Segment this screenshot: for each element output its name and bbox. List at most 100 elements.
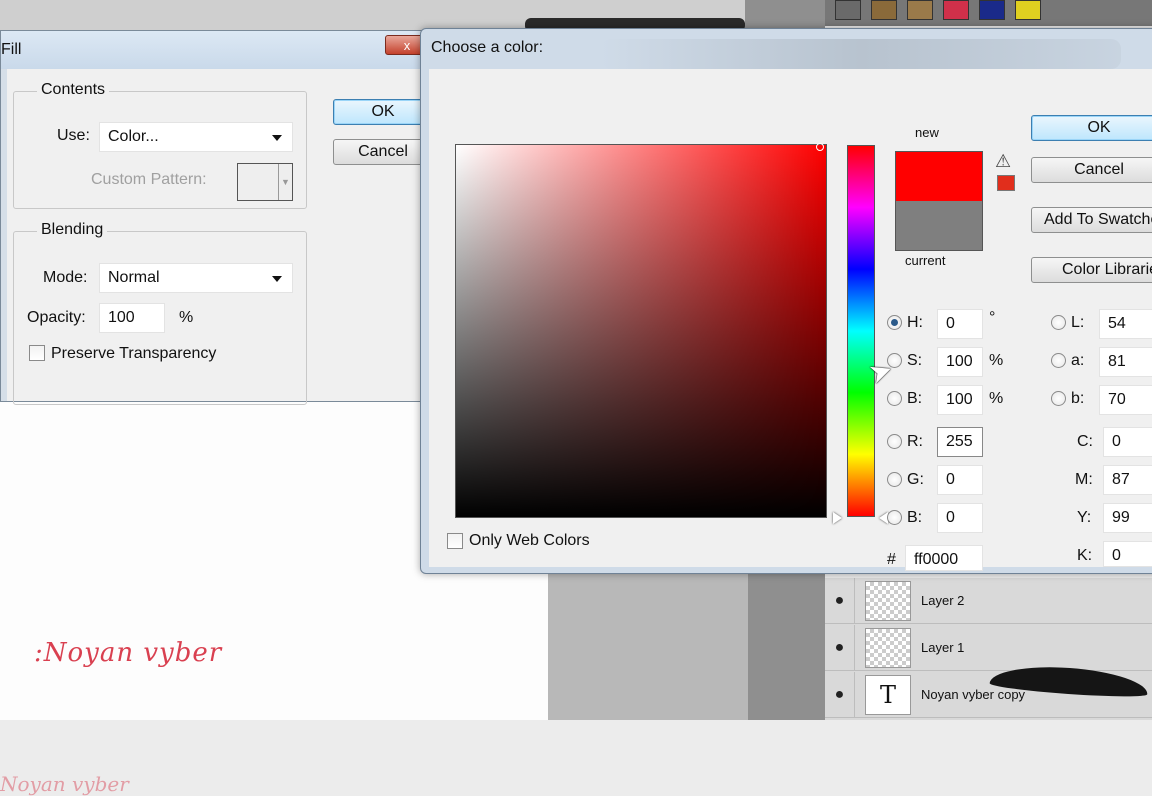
- fill-cancel-label: Cancel: [358, 143, 408, 160]
- custom-pattern-label: Custom Pattern:: [91, 171, 207, 188]
- use-select[interactable]: Color...: [99, 122, 293, 152]
- magenta-label: M:: [1075, 471, 1093, 488]
- fill-ok-button[interactable]: OK: [333, 99, 433, 125]
- brightness-radio[interactable]: [887, 391, 902, 406]
- titlebar-blur: [601, 39, 1121, 69]
- lab-a-label: a:: [1071, 352, 1085, 369]
- lab-l-label: L:: [1071, 314, 1085, 331]
- workspace-gray-area: [548, 570, 748, 720]
- preset-thumb[interactable]: [871, 0, 897, 20]
- magenta-input[interactable]: 87: [1103, 465, 1152, 495]
- chevron-down-icon: [272, 135, 282, 141]
- yellow-input[interactable]: 99: [1103, 503, 1152, 533]
- opacity-input[interactable]: 100: [99, 303, 165, 333]
- red-label: R:: [907, 433, 923, 450]
- hue-slider[interactable]: [847, 145, 875, 517]
- layer-row[interactable]: ● Layer 2: [825, 577, 1152, 624]
- canvas-signature-faded: Noyan vyber: [0, 772, 129, 796]
- layer-thumbnail: [865, 580, 911, 621]
- new-color-swatch: [895, 151, 983, 201]
- color-picker-dialog: Choose a color: new current ⚠ OK Cancel …: [420, 28, 1152, 574]
- opacity-unit: %: [179, 309, 194, 326]
- eye-icon[interactable]: ●: [825, 577, 855, 624]
- cyan-input[interactable]: 0: [1103, 427, 1152, 457]
- fill-dialog-titlebar[interactable]: Fill: [1, 31, 431, 69]
- hue-slider-left-arrow[interactable]: [833, 512, 842, 524]
- blending-legend: Blending: [37, 221, 108, 239]
- fill-dialog-title: Fill: [1, 41, 22, 58]
- fill-dialog-body: Contents Use: Color... Custom Pattern: ▼…: [7, 69, 433, 405]
- green-label: G:: [907, 471, 924, 488]
- lab-a-radio[interactable]: [1051, 353, 1066, 368]
- current-color-swatch[interactable]: [895, 201, 983, 251]
- canvas-signature: :Noyan vyber: [34, 638, 223, 668]
- preset-thumb[interactable]: [1015, 0, 1041, 20]
- hue-input[interactable]: 0: [937, 309, 983, 339]
- red-radio[interactable]: [887, 434, 902, 449]
- saturation-label: S:: [907, 352, 923, 369]
- black-label: K:: [1077, 547, 1093, 564]
- blue-label: B:: [907, 509, 923, 526]
- chevron-down-icon: ▼: [278, 164, 292, 200]
- lab-l-radio[interactable]: [1051, 315, 1066, 330]
- green-input[interactable]: 0: [937, 465, 983, 495]
- cyan-label: C:: [1077, 433, 1093, 450]
- picker-cancel-label: Cancel: [1074, 161, 1124, 178]
- color-libraries-label: Color Libraries: [1062, 261, 1152, 278]
- fill-cancel-button[interactable]: Cancel: [333, 139, 433, 165]
- layers-panel: ● Layer 2 ● Layer 1 ● T Noyan vyber copy: [825, 577, 1152, 720]
- hue-label: H:: [907, 314, 923, 331]
- lab-b-input[interactable]: 70: [1099, 385, 1152, 415]
- add-to-swatches-button[interactable]: Add To Swatches: [1031, 207, 1152, 233]
- picker-cancel-button[interactable]: Cancel: [1031, 157, 1152, 183]
- hex-input[interactable]: ff0000: [905, 545, 983, 571]
- preserve-transparency-checkbox[interactable]: [29, 345, 45, 361]
- layer-row[interactable]: ● Layer 1: [825, 624, 1152, 671]
- color-picker-title[interactable]: Choose a color:: [431, 39, 543, 57]
- blue-input[interactable]: 0: [937, 503, 983, 533]
- saturation-input[interactable]: 100: [937, 347, 983, 377]
- hex-label: #: [887, 551, 896, 568]
- color-marker[interactable]: [816, 143, 824, 151]
- eye-icon[interactable]: ●: [825, 624, 855, 671]
- lab-b-radio[interactable]: [1051, 391, 1066, 406]
- lab-l-input[interactable]: 54: [1099, 309, 1152, 339]
- close-icon: x: [403, 37, 411, 53]
- gamut-color-swatch[interactable]: [997, 175, 1015, 191]
- brightness-input[interactable]: 100: [937, 385, 983, 415]
- layer-name: Layer 2: [921, 593, 965, 608]
- eye-icon[interactable]: ●: [825, 671, 855, 718]
- picker-ok-button[interactable]: OK: [1031, 115, 1152, 141]
- custom-pattern-picker: ▼: [237, 163, 293, 201]
- fill-ok-label: OK: [371, 103, 395, 120]
- lab-b-label: b:: [1071, 390, 1085, 407]
- layer-name: Noyan vyber copy: [921, 687, 1026, 702]
- only-web-colors-label: Only Web Colors: [469, 532, 590, 549]
- preset-thumb[interactable]: [907, 0, 933, 20]
- current-color-label: current: [905, 253, 946, 268]
- mode-select[interactable]: Normal: [99, 263, 293, 293]
- only-web-colors-checkbox[interactable]: [447, 533, 463, 549]
- preset-thumb[interactable]: [943, 0, 969, 20]
- color-libraries-button[interactable]: Color Libraries: [1031, 257, 1152, 283]
- blue-radio[interactable]: [887, 510, 902, 525]
- brightness-label: B:: [907, 390, 923, 407]
- contents-legend: Contents: [37, 81, 110, 99]
- hue-unit: °: [989, 309, 996, 326]
- picker-ok-label: OK: [1087, 119, 1111, 136]
- use-select-value: Color...: [108, 128, 159, 145]
- black-input[interactable]: 0: [1103, 541, 1152, 567]
- new-color-label: new: [915, 125, 939, 140]
- preset-thumb[interactable]: [835, 0, 861, 20]
- hue-radio[interactable]: [887, 315, 902, 330]
- fill-dialog: Fill x Contents Use: Color... Custom Pat…: [0, 30, 433, 405]
- lab-a-input[interactable]: 81: [1099, 347, 1152, 377]
- mode-select-value: Normal: [108, 269, 160, 286]
- red-input[interactable]: 255: [937, 427, 983, 457]
- saturation-brightness-field[interactable]: [455, 143, 827, 518]
- green-radio[interactable]: [887, 472, 902, 487]
- tool-presets-bar: [825, 0, 1152, 26]
- layer-name: Layer 1: [921, 640, 965, 655]
- preset-thumb[interactable]: [979, 0, 1005, 20]
- warning-icon[interactable]: ⚠: [995, 151, 1011, 172]
